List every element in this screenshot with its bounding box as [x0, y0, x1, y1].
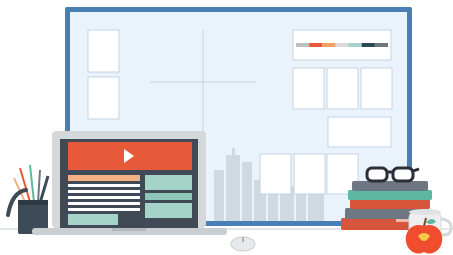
text-header-bar — [68, 175, 140, 181]
board-card — [87, 76, 120, 120]
color-swatch — [348, 43, 362, 47]
pencil-cup-icon — [6, 164, 50, 234]
board-card — [360, 67, 393, 110]
content-panel — [68, 214, 118, 225]
glasses-icon — [365, 166, 420, 183]
color-swatch — [374, 43, 388, 47]
desk-illustration — [0, 7, 453, 254]
mouse-icon — [230, 236, 256, 252]
side-panel — [145, 175, 192, 190]
board-card — [326, 67, 359, 110]
color-swatch — [296, 43, 310, 47]
board-card — [259, 153, 292, 195]
color-swatch — [335, 43, 349, 47]
board-card-wide — [327, 116, 392, 148]
side-panel — [145, 193, 192, 200]
board-card — [292, 67, 325, 110]
laptop-trackpad-notch — [112, 228, 146, 231]
color-swatch — [322, 43, 336, 47]
laptop — [32, 131, 227, 235]
color-swatch — [309, 43, 323, 47]
board-card — [293, 153, 326, 195]
color-strip — [296, 43, 388, 47]
color-swatch — [361, 43, 375, 47]
board-card — [87, 29, 120, 73]
side-panel — [145, 203, 192, 218]
